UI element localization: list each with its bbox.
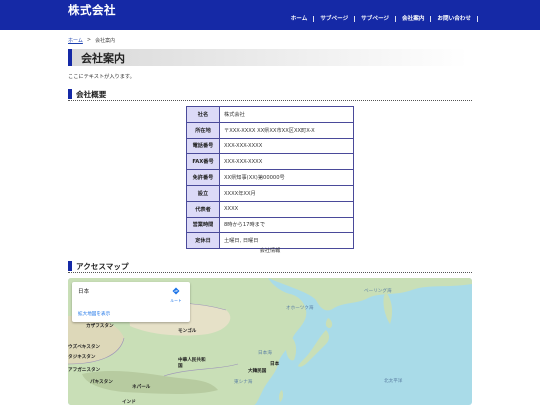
heading-marker: [68, 89, 72, 99]
map-label-china: 中華人民共和国: [178, 358, 206, 369]
map-label-bering: ベーリング海: [364, 289, 392, 294]
map-label-okhotsk: オホーツク海: [286, 306, 314, 311]
table-header-cell: 営業時間: [186, 216, 220, 234]
section-heading-access: アクセスマップ: [68, 261, 472, 273]
table-row: 設立 XXXX年XX月: [186, 184, 354, 202]
map-label-mongolia: モンゴル: [178, 329, 197, 334]
breadcrumb-separator: >: [86, 37, 92, 43]
site-header: 株式会社 ホーム サブページ サブページ 会社案内 お問い合わせ: [0, 0, 540, 30]
view-larger-map-link[interactable]: 拡大地図を表示: [78, 311, 110, 317]
map-label-tajikistan: タジキスタン: [68, 355, 96, 360]
table-caption: 会社情報: [259, 248, 281, 254]
table-row: FAX番号 XXX-XXX-XXXX: [186, 153, 354, 171]
table-header-cell: 免許番号: [186, 169, 220, 186]
table-row: 代表者 XXXX: [186, 200, 354, 218]
land-mass-korea: [286, 336, 297, 361]
nav-item-subpage-2[interactable]: サブページ: [354, 16, 395, 22]
map-label-pakistan: パキスタン: [90, 380, 113, 385]
section-heading-overview: 会社概要: [68, 89, 472, 101]
nav-item-company[interactable]: 会社案内: [395, 16, 430, 22]
table-header-cell: 社名: [186, 106, 220, 123]
map-label-pacific: 北太平洋: [384, 379, 403, 384]
table-row: 社名 株式会社: [186, 106, 354, 123]
table-value-cell: XXX-XXX-XXXX: [219, 137, 354, 155]
nav-item-contact[interactable]: お問い合わせ: [430, 16, 478, 22]
company-info-table: 社名 株式会社 所在地 〒XXX-XXXX XX県XX市XX区XX町X-X 電話…: [186, 106, 354, 250]
table-value-cell: XXXX年XX月: [219, 184, 354, 202]
table-value-cell: XXX-XXX-XXXX: [219, 153, 354, 171]
map-label-india: インド: [122, 400, 136, 405]
map-label-uzbekistan: ウズベキスタン: [68, 345, 101, 350]
table-value-cell: 8時から17時まで: [219, 216, 354, 234]
page-title: 会社案内: [81, 52, 125, 65]
table-value-cell: 株式会社: [219, 106, 354, 123]
table-row: 営業時間 8時から17時まで: [186, 216, 354, 234]
table-header-cell: 電話番号: [186, 137, 220, 155]
embedded-map[interactable]: ベーリング海 オホーツク海 カザフスタン モンゴル ウズベキスタン タジキスタン…: [68, 278, 472, 405]
land-mass-hokkaido: [325, 318, 333, 328]
route-button[interactable]: ルート: [168, 286, 184, 306]
map-label-south-korea: 大韓民国: [248, 369, 267, 374]
map-label-japan: 日本: [270, 362, 280, 367]
table-row: 所在地 〒XXX-XXXX XX県XX市XX区XX町X-X: [186, 121, 354, 139]
table-value-cell: 〒XXX-XXXX XX県XX市XX区XX町X-X: [219, 121, 354, 139]
section-heading-access-text: アクセスマップ: [76, 262, 129, 271]
map-label-japan-sea: 日本海: [258, 351, 272, 356]
heading-marker: [68, 261, 72, 271]
table-header-cell: 所在地: [186, 121, 220, 139]
section-heading-overview-text: 会社概要: [76, 90, 107, 99]
land-mass-japan: [298, 330, 329, 367]
directions-icon: [172, 287, 180, 295]
land-mass-taiwan: [278, 390, 284, 402]
table-value-cell: XXXX: [219, 200, 354, 218]
nav-item-subpage-1[interactable]: サブページ: [313, 16, 354, 22]
table-header-cell: 代表者: [186, 200, 220, 218]
route-label: ルート: [170, 298, 182, 303]
site-title[interactable]: 株式会社: [68, 2, 116, 18]
breadcrumb: ホーム > 会社案内: [68, 37, 115, 44]
map-label-kazakhstan: カザフスタン: [86, 324, 114, 329]
map-label-nepal: ネパール: [132, 385, 151, 390]
map-place-name: 日本: [78, 289, 90, 295]
intro-text: ここにテキストが入ります。: [68, 74, 135, 80]
map-label-east-china-sea: 東シナ海: [234, 380, 253, 385]
map-label-afghanistan: アフガニスタン: [68, 368, 101, 373]
breadcrumb-home-link[interactable]: ホーム: [68, 37, 83, 44]
land-mass-kamchatka: [383, 292, 393, 324]
map-info-card: 日本 ルート 拡大地図を表示: [72, 282, 190, 322]
table-row: 免許番号 XX県知事(XX)第00000号: [186, 169, 354, 186]
table-header-cell: 設立: [186, 184, 220, 202]
table-header-cell: FAX番号: [186, 153, 220, 171]
table-value-cell: XX県知事(XX)第00000号: [219, 169, 354, 186]
table-row: 電話番号 XXX-XXX-XXXX: [186, 137, 354, 155]
global-nav: ホーム サブページ サブページ 会社案内 お問い合わせ: [285, 16, 478, 22]
breadcrumb-current: 会社案内: [95, 38, 116, 44]
nav-item-home[interactable]: ホーム: [285, 16, 314, 22]
page-title-bar: 会社案内: [68, 49, 468, 66]
